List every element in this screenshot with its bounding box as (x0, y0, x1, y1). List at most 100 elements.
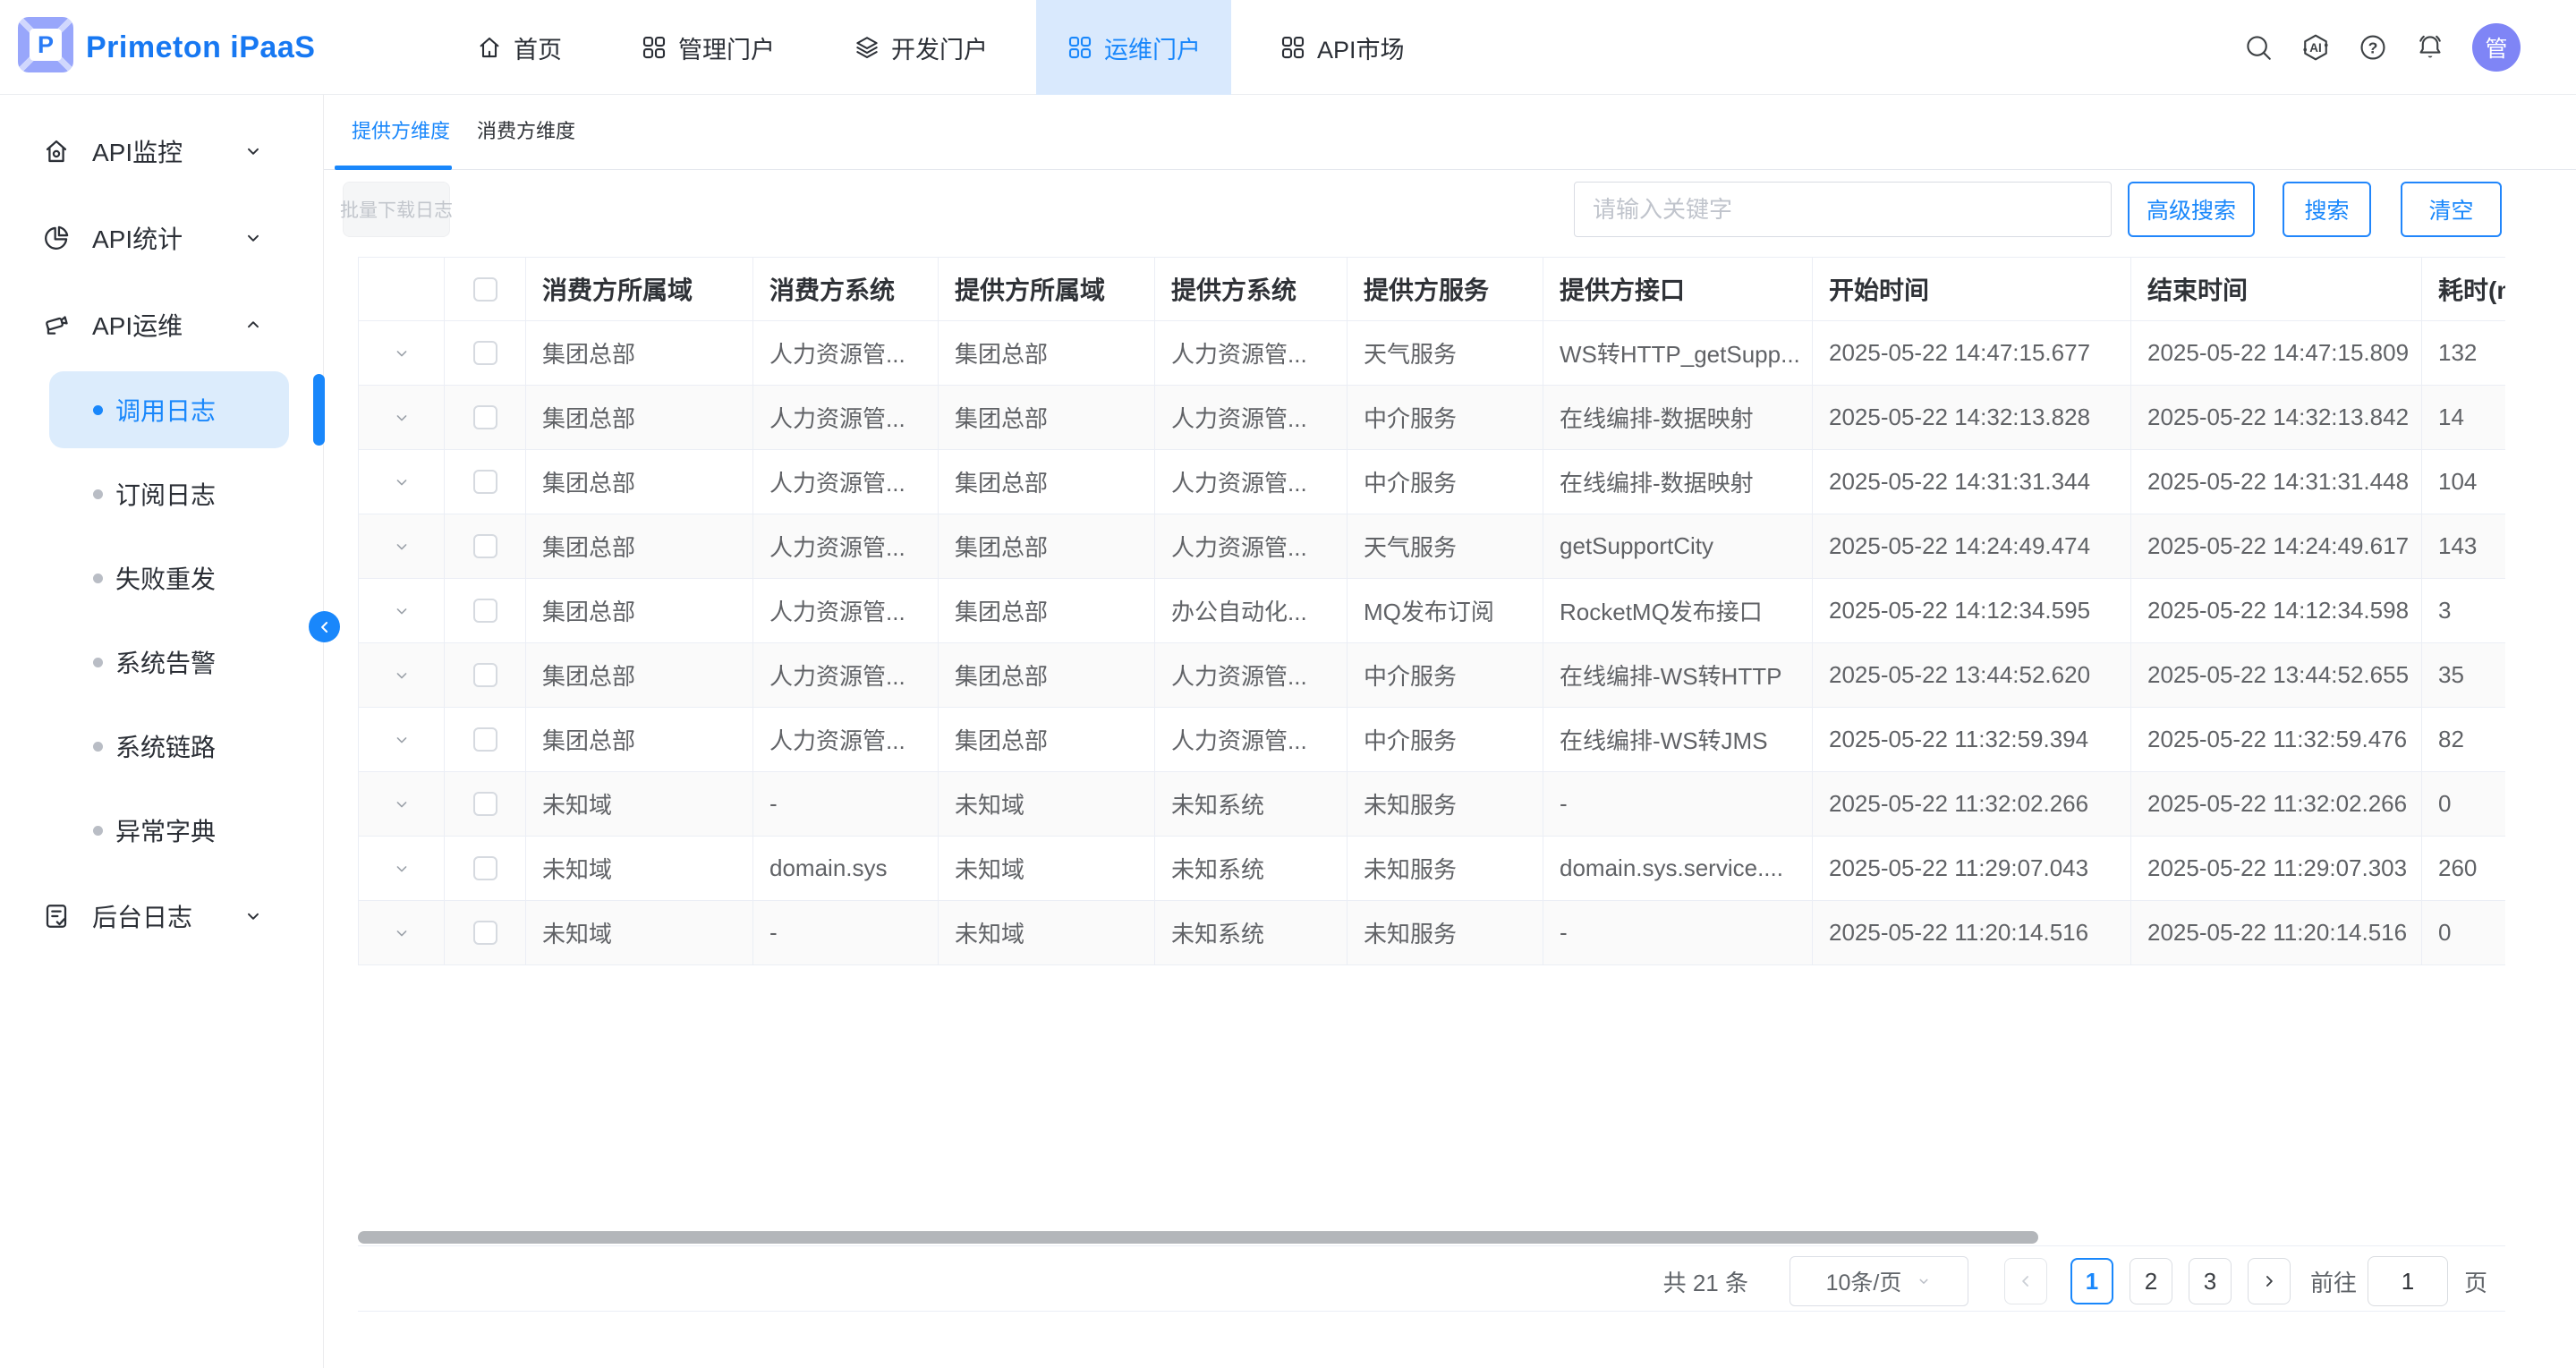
page-number-1[interactable]: 1 (2070, 1258, 2113, 1304)
grid-icon (1279, 34, 1306, 61)
nav-item-label: 运维门户 (1104, 30, 1201, 65)
expand-row-icon[interactable] (392, 344, 412, 363)
page-number-3[interactable]: 3 (2189, 1258, 2232, 1304)
table-cell: WS转HTTP_getSupp... (1543, 321, 1813, 385)
table-cell: 集团总部 (939, 643, 1155, 707)
expand-row-icon[interactable] (392, 666, 412, 685)
horizontal-scrollbar-thumb[interactable] (358, 1231, 2038, 1244)
page-number-2[interactable]: 2 (2130, 1258, 2172, 1304)
table-cell: 未知域 (526, 837, 753, 900)
table-cell: 天气服务 (1348, 514, 1543, 578)
pie-chart-icon (42, 224, 71, 252)
table-cell: 人力资源管... (1155, 643, 1348, 707)
table-cell: - (753, 901, 939, 964)
table-cell: 未知服务 (1348, 837, 1543, 900)
bullet-dot-icon (93, 489, 103, 499)
search-button[interactable]: 搜索 (2283, 182, 2371, 237)
nav-item[interactable]: 管理门户 (641, 0, 775, 95)
row-checkbox[interactable] (473, 921, 497, 945)
table-row: 集团总部人力资源管...集团总部人力资源管...中介服务在线编排-数据映射202… (359, 450, 2505, 514)
help-icon[interactable] (2358, 32, 2388, 63)
expand-row-icon[interactable] (392, 730, 412, 750)
clear-button[interactable]: 清空 (2401, 182, 2502, 237)
pagination: 共 21 条 10条/页 123 前往 页 (1663, 1256, 2487, 1306)
table-cell: 人力资源管... (753, 450, 939, 514)
goto-label: 前往 (2310, 1265, 2357, 1298)
row-checkbox[interactable] (473, 856, 497, 880)
expand-row-icon[interactable] (392, 601, 412, 621)
sidebar-subitem[interactable]: 系统链路 (0, 704, 323, 788)
keyword-search-input[interactable] (1574, 182, 2112, 237)
table-cell: 未知服务 (1348, 901, 1543, 964)
table-cell: 集团总部 (939, 321, 1155, 385)
nav-item[interactable]: 开发门户 (854, 0, 988, 95)
column-header: 消费方所属域 (526, 258, 753, 320)
brand-title: Primeton iPaaS (86, 0, 315, 95)
ai-assistant-icon[interactable] (2300, 32, 2331, 63)
row-checkbox[interactable] (473, 727, 497, 752)
table-cell: 2025-05-22 11:29:07.043 (1813, 837, 2131, 900)
select-all-checkbox[interactable] (473, 277, 497, 302)
column-header: 开始时间 (1813, 258, 2131, 320)
table-cell: 14 (2422, 386, 2505, 449)
nav-item[interactable]: 首页 (476, 0, 562, 95)
sidebar-subitem-label: 系统告警 (115, 644, 216, 680)
table-cell: 人力资源管... (753, 386, 939, 449)
table-row: 集团总部人力资源管...集团总部人力资源管...天气服务WS转HTTP_getS… (359, 321, 2505, 386)
column-header: 耗时(ms) (2422, 258, 2505, 320)
table-cell: getSupportCity (1543, 514, 1813, 578)
expand-row-icon[interactable] (392, 794, 412, 814)
nav-item[interactable]: 运维门户 (1036, 0, 1231, 95)
sidebar-item[interactable]: API统计 (0, 194, 323, 281)
main-content: 提供方维度消费方维度 批量下载日志 高级搜索 搜索 清空 消费方所属域消费方系统… (324, 95, 2576, 1368)
grid-icon (641, 34, 667, 61)
table-cell: 人力资源管... (1155, 450, 1348, 514)
goto-page-input[interactable] (2368, 1256, 2448, 1306)
active-indicator-bar (313, 374, 325, 446)
prev-page-button[interactable] (2004, 1258, 2047, 1304)
chevron-left-icon (316, 618, 334, 636)
search-icon[interactable] (2243, 32, 2274, 63)
sidebar-item-label: API运维 (92, 307, 183, 343)
sidebar-collapse-button[interactable] (309, 611, 340, 642)
nav-item[interactable]: API市场 (1279, 0, 1405, 95)
notification-bell-icon[interactable] (2415, 32, 2445, 63)
tab[interactable]: 消费方维度 (477, 94, 575, 169)
sidebar: API监控 API统计 API运维 调用日志 订阅日志 失败重发 系统告警 (0, 95, 324, 1368)
avatar[interactable]: 管 (2472, 23, 2521, 72)
page-size-select[interactable]: 10条/页 (1790, 1256, 1968, 1306)
sidebar-subitem[interactable]: 失败重发 (0, 536, 323, 620)
expand-row-icon[interactable] (392, 923, 412, 943)
table-cell: 集团总部 (939, 579, 1155, 642)
sidebar-item[interactable]: API运维 (0, 281, 323, 368)
sidebar-subitem[interactable]: 订阅日志 (0, 452, 323, 536)
sidebar-subitem[interactable]: 异常字典 (0, 788, 323, 872)
table-cell: 2025-05-22 11:32:59.394 (1813, 708, 2131, 771)
expand-row-icon[interactable] (392, 408, 412, 428)
expand-row-icon[interactable] (392, 537, 412, 557)
row-checkbox[interactable] (473, 534, 497, 558)
column-header: 结束时间 (2131, 258, 2422, 320)
next-page-button[interactable] (2248, 1258, 2291, 1304)
row-checkbox[interactable] (473, 792, 497, 816)
row-checkbox[interactable] (473, 341, 497, 365)
row-checkbox[interactable] (473, 405, 497, 429)
table-cell: 2025-05-22 13:44:52.620 (1813, 643, 2131, 707)
advanced-search-button[interactable]: 高级搜索 (2128, 182, 2255, 237)
sidebar-item[interactable]: 后台日志 (0, 872, 323, 959)
sidebar-item[interactable]: API监控 (0, 107, 323, 194)
tab[interactable]: 提供方维度 (352, 94, 450, 169)
row-checkbox[interactable] (473, 599, 497, 623)
expand-cell (359, 708, 445, 771)
table-cell: 0 (2422, 772, 2505, 836)
expand-row-icon[interactable] (392, 472, 412, 492)
sidebar-subitem[interactable]: 调用日志 (0, 368, 323, 452)
row-checkbox[interactable] (473, 663, 497, 687)
expand-row-icon[interactable] (392, 859, 412, 879)
sidebar-subitem[interactable]: 系统告警 (0, 620, 323, 704)
table-row: 未知域-未知域未知系统未知服务-2025-05-22 11:32:02.2662… (359, 772, 2505, 837)
row-checkbox[interactable] (473, 470, 497, 494)
sidebar-subitem-pill: 系统链路 (49, 708, 289, 785)
table-row: 未知域domain.sys未知域未知系统未知服务domain.sys.servi… (359, 837, 2505, 901)
batch-download-button[interactable]: 批量下载日志 (343, 182, 450, 237)
